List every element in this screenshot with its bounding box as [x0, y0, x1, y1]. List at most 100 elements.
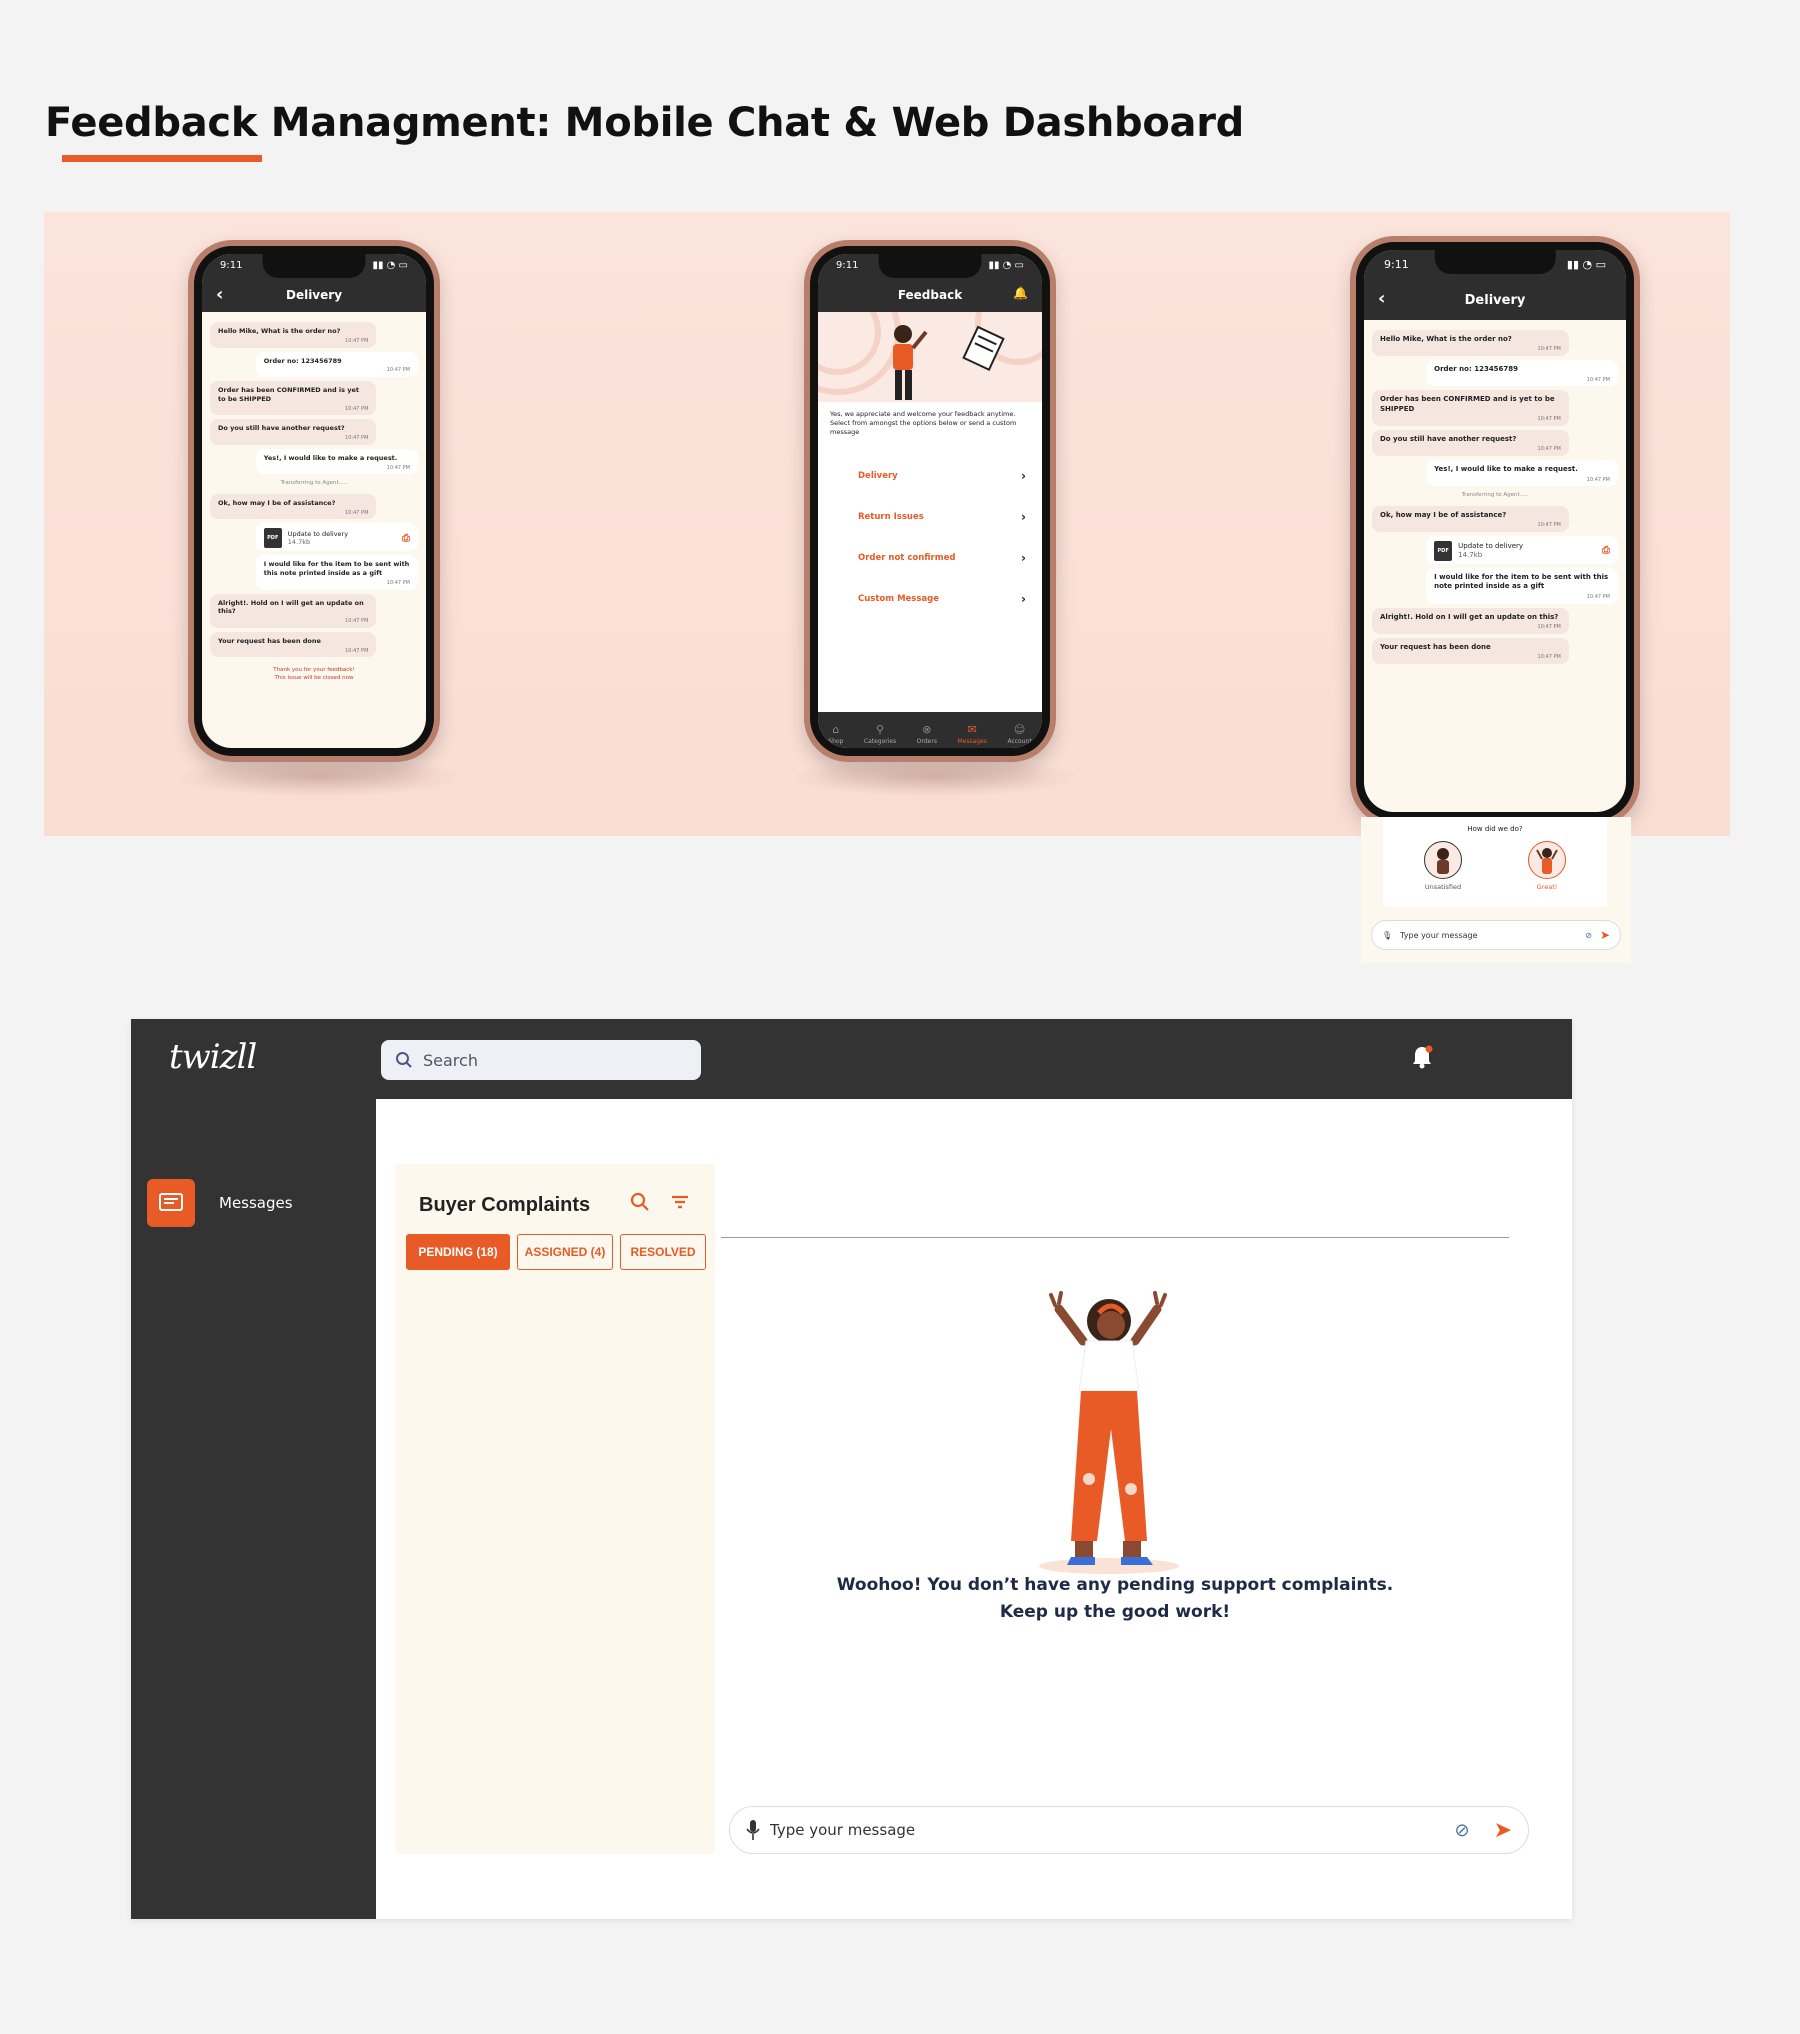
- empty-state-line-2: Keep up the good work!: [999, 1602, 1231, 1623]
- mobile-message-input[interactable]: 🎙 Type your message ⊘ ➤: [1371, 920, 1621, 950]
- message-time: 10:47 PM: [345, 405, 369, 412]
- send-icon[interactable]: ➤: [1600, 928, 1610, 942]
- thanks-text: Thank you for your feedback!: [273, 667, 355, 674]
- tab-label: Shop: [828, 738, 844, 745]
- feedback-option-label: Return Issues: [858, 511, 924, 522]
- tab-orders[interactable]: ⊗ Orders: [917, 723, 937, 745]
- rating-great[interactable]: Great!: [1528, 841, 1566, 891]
- search-icon[interactable]: [630, 1192, 650, 1217]
- message-text: Order no: 123456789: [1434, 365, 1519, 374]
- pdf-attachment[interactable]: PDF Update to delivery 14.7kb ⎙: [1426, 535, 1618, 564]
- feedback-illustration: [818, 312, 1042, 402]
- feedback-intro-text: Yes, we appreciate and welcome your feed…: [830, 410, 1017, 437]
- message-time: 10:47 PM: [345, 509, 369, 516]
- feedback-option[interactable]: Return Issues ›: [818, 496, 1042, 537]
- microphone-icon[interactable]: 🎙: [1382, 931, 1392, 940]
- outgoing-message: I would like for the item to be sent wit…: [1426, 567, 1618, 604]
- back-arrow-icon[interactable]: ‹: [1378, 288, 1385, 309]
- twizll-logo[interactable]: twizll: [169, 1037, 257, 1077]
- attach-icon[interactable]: ⊘: [1454, 1820, 1469, 1841]
- tab-resolved[interactable]: RESOLVED: [620, 1234, 706, 1270]
- incoming-message: Do you still have another request? 10:47 …: [210, 419, 377, 445]
- bell-icon[interactable]: 🔔: [1013, 286, 1028, 300]
- chevron-right-icon: ›: [1021, 509, 1026, 524]
- chat-header-title: Delivery: [285, 288, 343, 302]
- buyer-complaints-panel: Buyer Complaints PENDING (18) ASSIGNED (…: [395, 1164, 715, 1854]
- pdf-size: 14.7kb: [1458, 550, 1483, 559]
- rating-unsatisfied[interactable]: Unsatisfied: [1424, 841, 1462, 891]
- incoming-message: Alright!. Hold on I will get an update o…: [1372, 607, 1569, 634]
- status-icons: ▮▮ ◔ ▭: [372, 260, 408, 271]
- message-time: 10:47 PM: [345, 647, 369, 654]
- message-text: Your request has been done: [218, 636, 321, 645]
- dashboard-message-placeholder: Type your message: [770, 1821, 916, 1839]
- rating-question: How did we do?: [1467, 825, 1523, 833]
- system-message: Transferring to Agent.....: [1461, 492, 1529, 499]
- message-time: 10:47 PM: [1586, 593, 1610, 600]
- tab-assigned[interactable]: ASSIGNED (4): [517, 1234, 613, 1270]
- message-time: 10:47 PM: [345, 337, 369, 344]
- notification-bell-icon[interactable]: [1411, 1045, 1433, 1075]
- feedback-option-label: Order not confirmed: [858, 552, 956, 563]
- tab-label: Messages: [957, 738, 987, 745]
- chevron-right-icon: ›: [1021, 591, 1026, 606]
- message-time: 10:47 PM: [1537, 654, 1561, 661]
- message-time: 10:47 PM: [1537, 446, 1561, 453]
- empty-state-line-1: Woohoo! You don’t have any pending suppo…: [836, 1575, 1394, 1595]
- mobile-message-placeholder: Type your message: [1400, 930, 1478, 940]
- messages-icon: [147, 1179, 195, 1227]
- send-icon[interactable]: ➤: [1494, 1818, 1512, 1843]
- back-arrow-icon[interactable]: ‹: [216, 284, 223, 305]
- message-text: Your request has been done: [1380, 642, 1491, 651]
- incoming-message: Hello Mike, What is the order no? 10:47 P…: [1372, 330, 1569, 357]
- message-text: Do you still have another request?: [1380, 435, 1517, 443]
- message-text: Alright!. Hold on I will get an update o…: [1380, 612, 1559, 621]
- pdf-name: Update to delivery: [1458, 541, 1524, 550]
- feedback-option[interactable]: Order not confirmed ›: [818, 537, 1042, 578]
- message-time: 10:47 PM: [1586, 376, 1610, 383]
- message-time: 10:47 PM: [345, 618, 369, 625]
- tab-shop[interactable]: ⌂ Shop: [828, 723, 843, 745]
- tab-label: Categories: [863, 738, 897, 745]
- message-text: Do you still have another request?: [218, 424, 345, 433]
- message-text: Alright!. Hold on I will get an update o…: [218, 598, 364, 616]
- sidebar-item-messages[interactable]: Messages: [147, 1179, 367, 1227]
- tab-categories[interactable]: ⚲ Categories: [864, 723, 896, 745]
- tab-icon: ⚲: [876, 723, 885, 736]
- download-icon[interactable]: ⎙: [1602, 544, 1610, 558]
- incoming-message: Your request has been done 10:47 PM: [210, 631, 377, 658]
- tab-messages[interactable]: ✉ Messages: [957, 723, 986, 745]
- feedback-option[interactable]: Delivery ›: [818, 455, 1042, 496]
- message-text: Yes!, I would like to make a request.: [263, 453, 398, 462]
- tab-pending[interactable]: PENDING (18): [406, 1234, 510, 1270]
- microphone-icon[interactable]: [746, 1819, 760, 1841]
- search-input[interactable]: Search: [381, 1040, 701, 1080]
- search-icon: [396, 1052, 412, 1068]
- incoming-message: Ok, how may I be of assistance? 10:47 PM: [1372, 505, 1569, 532]
- dashboard-topbar: twizll Search: [131, 1019, 1572, 1099]
- message-time: 10:47 PM: [345, 435, 369, 442]
- dashboard-message-input[interactable]: Type your message ⊘ ➤: [729, 1806, 1529, 1854]
- pdf-attachment[interactable]: PDF Update to delivery 14.7kb ⎙: [255, 523, 418, 552]
- phone-delivery-chat-rating: 9:11 ▮▮ ◔ ▭ ‹ Delivery Hello Mike, What i…: [1350, 236, 1640, 826]
- pdf-file-icon: PDF: [1434, 540, 1453, 561]
- incoming-message: Ok, how may I be of assistance? 10:47 PM: [210, 493, 377, 520]
- attach-icon[interactable]: ⊘: [1585, 931, 1592, 940]
- incoming-message: Alright!. Hold on I will get an update o…: [210, 593, 377, 628]
- message-time: 10:47 PM: [1537, 346, 1561, 353]
- message-text: Hello Mike, What is the order no?: [1380, 335, 1512, 343]
- title-underline: [62, 155, 262, 162]
- status-time: 9:11: [836, 260, 859, 271]
- web-dashboard: twizll Search Messages Buyer Complaints …: [131, 1019, 1572, 1919]
- tab-account[interactable]: ☺ Account: [1007, 723, 1031, 745]
- complaints-title: Buyer Complaints: [419, 1194, 591, 1216]
- message-text: Hello Mike, What is the order no?: [218, 327, 341, 335]
- message-text: Yes!, I would like to make a request.: [1434, 465, 1578, 474]
- status-time: 9:11: [220, 260, 243, 271]
- feedback-option[interactable]: Custom Message ›: [818, 578, 1042, 619]
- tab-icon: ✉: [967, 723, 977, 736]
- filter-icon[interactable]: [670, 1192, 690, 1217]
- page-title: Feedback Managment: Mobile Chat & Web Da…: [45, 100, 1244, 146]
- phone-feedback: 9:11 ▮▮ ◔ ▭ Feedback 🔔 Yes, we appreciat…: [804, 240, 1056, 762]
- download-icon[interactable]: ⎙: [402, 532, 410, 546]
